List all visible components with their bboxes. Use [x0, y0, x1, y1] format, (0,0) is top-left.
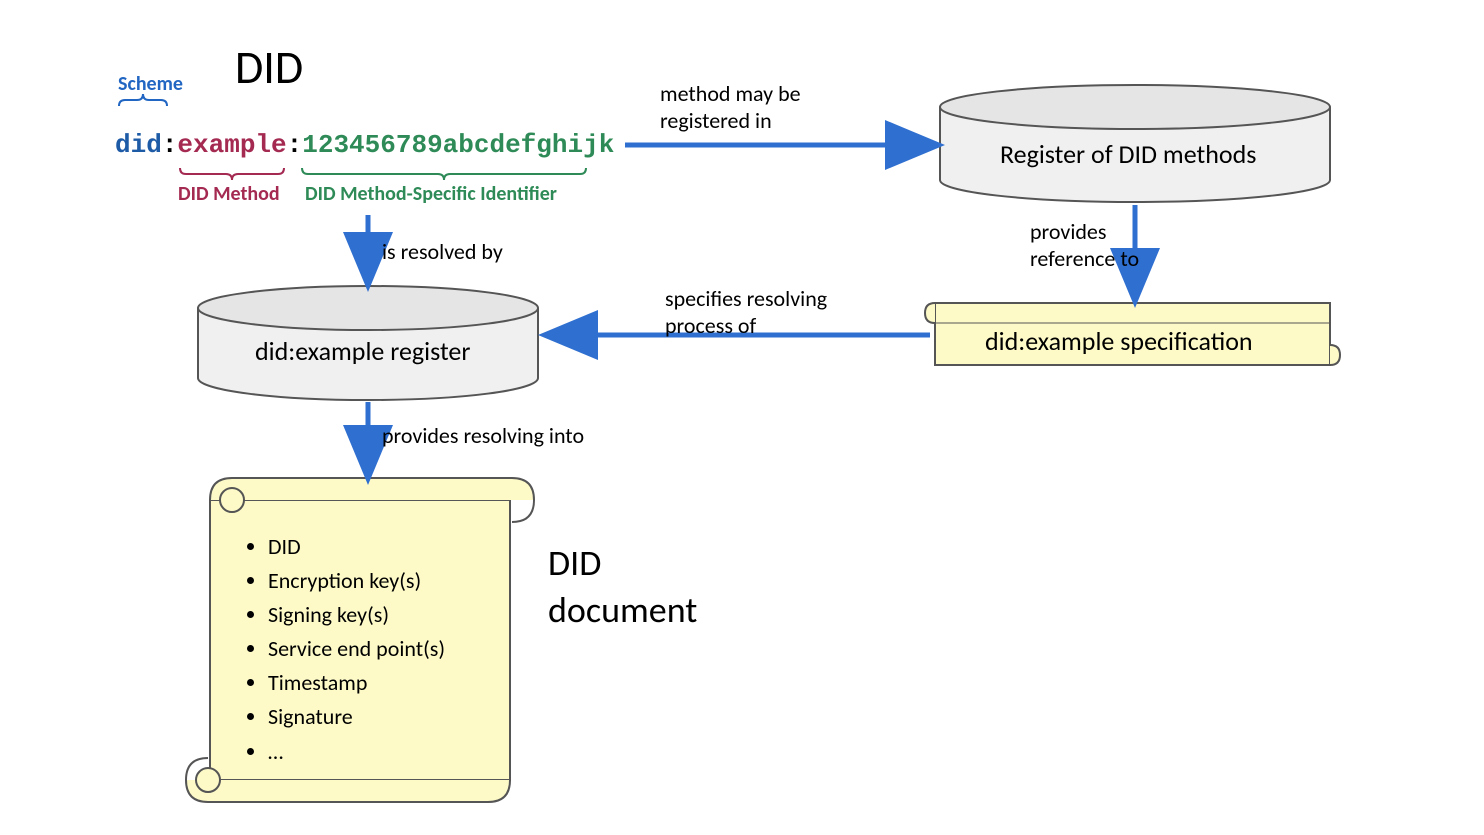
edge-provides-ref-label: provides reference to	[1030, 218, 1139, 272]
document-list-item: Signature	[268, 700, 498, 734]
document-list-item: Service end point(s)	[268, 632, 498, 666]
did-identifier-part: 123456789abcdefghijk	[302, 130, 614, 160]
document-list-item: Encryption key(s)	[268, 564, 498, 598]
edge-resolved-by-label: is resolved by	[382, 238, 503, 265]
edge-registered-label: method may be registered in	[660, 80, 801, 134]
register-methods-label: Register of DID methods	[1000, 138, 1256, 170]
document-list-item: Timestamp	[268, 666, 498, 700]
scheme-label: Scheme	[118, 72, 183, 96]
did-method-part: example	[177, 130, 286, 160]
did-document-heading: DID document	[548, 540, 697, 634]
edge-specifies-label: specifies resolving process of	[665, 285, 827, 339]
did-string: did:example:123456789abcdefghijk	[115, 130, 614, 160]
did-document-list: DIDEncryption key(s)Signing key(s)Servic…	[238, 530, 498, 769]
example-register-label: did:example register	[255, 335, 470, 367]
example-spec-label: did:example specification	[985, 325, 1253, 357]
method-label: DID Method	[178, 182, 280, 206]
edge-resolving-into-label: provides resolving into	[382, 422, 584, 449]
document-list-item: Signing key(s)	[268, 598, 498, 632]
did-scheme-part: did	[115, 130, 162, 160]
identifier-label: DID Method-Specific Identifier	[305, 182, 557, 206]
document-list-item: …	[268, 735, 498, 769]
title-did: DID	[235, 40, 303, 96]
document-list-item: DID	[268, 530, 498, 564]
